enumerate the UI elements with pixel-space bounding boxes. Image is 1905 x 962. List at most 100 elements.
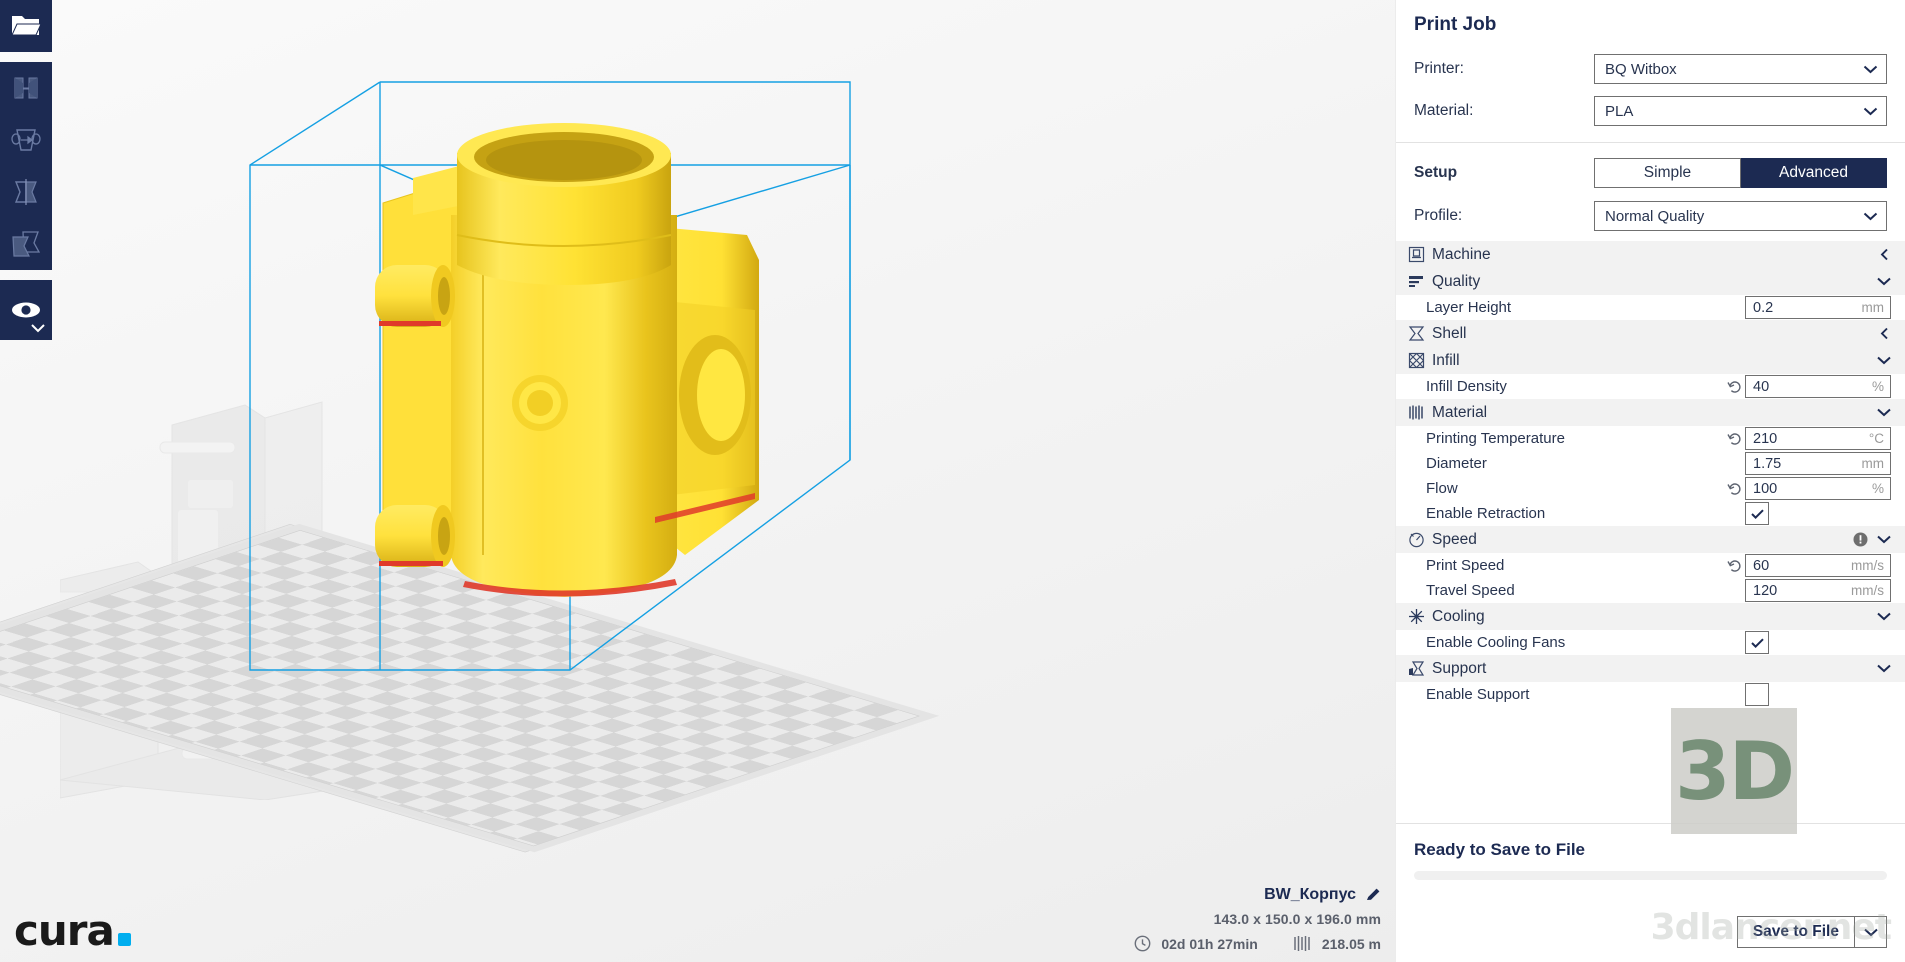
- category-controls[interactable]: [1877, 408, 1891, 417]
- status-text: Ready to Save to File: [1414, 840, 1585, 859]
- setting-label: Print Speed: [1426, 557, 1505, 574]
- open-file-button[interactable]: [0, 0, 52, 52]
- revert-to-default[interactable]: [1723, 380, 1745, 394]
- revert-icon[interactable]: [1726, 482, 1742, 496]
- save-to-file-button[interactable]: Save to File: [1736, 916, 1855, 948]
- settings-category-machine[interactable]: Machine: [1396, 241, 1905, 268]
- check-icon: [1750, 508, 1764, 519]
- settings-category-infill[interactable]: Infill: [1396, 347, 1905, 374]
- setting-row-travel-speed[interactable]: Travel Speed 120 mm/s: [1396, 578, 1905, 603]
- pencil-icon[interactable]: [1365, 887, 1381, 903]
- settings-category-cooling[interactable]: Cooling: [1396, 603, 1905, 630]
- move-tool-button[interactable]: [0, 62, 52, 114]
- save-options-button[interactable]: [1855, 916, 1887, 948]
- setting-value-field[interactable]: 120 mm/s: [1745, 579, 1891, 602]
- save-button-group[interactable]: Save to File: [1414, 916, 1887, 948]
- category-controls[interactable]: [1853, 532, 1891, 547]
- setting-value-field[interactable]: 0.2 mm: [1745, 296, 1891, 319]
- category-label: Speed: [1432, 530, 1477, 548]
- setting-value-field[interactable]: 40%: [1745, 375, 1891, 398]
- revert-icon[interactable]: [1726, 432, 1742, 446]
- settings-category-speed[interactable]: Speed: [1396, 526, 1905, 553]
- setting-checkbox[interactable]: [1745, 631, 1769, 654]
- category-label: Cooling: [1432, 607, 1485, 625]
- toolbar-transform-group[interactable]: [0, 62, 52, 270]
- toolbar-gap-2: [0, 270, 52, 280]
- category-label: Infill: [1432, 351, 1460, 369]
- print-job-title: Print Job: [1414, 14, 1497, 35]
- category-controls[interactable]: [1878, 327, 1891, 340]
- settings-list[interactable]: Machine Quality Layer Height 0.2 mm Shell Infi…: [1396, 241, 1905, 823]
- setting-value: 40: [1753, 378, 1770, 395]
- setting-value: 0.2: [1753, 299, 1774, 316]
- setup-mode-tabs[interactable]: Simple Advanced: [1594, 158, 1887, 188]
- revert-icon[interactable]: [1726, 559, 1742, 573]
- scale-tool-button[interactable]: [0, 114, 52, 166]
- settings-category-material[interactable]: Material: [1396, 399, 1905, 426]
- category-controls[interactable]: [1878, 248, 1891, 261]
- toolbar-open-group[interactable]: [0, 0, 52, 52]
- 3d-viewport[interactable]: cura BW_Корпус 143.0 x 150.0 x 196.0 mm …: [0, 0, 1395, 962]
- setting-row-enable-cooling-fans[interactable]: Enable Cooling Fans: [1396, 630, 1905, 655]
- printer-value: BQ Witbox: [1605, 60, 1677, 78]
- setting-checkbox[interactable]: [1745, 683, 1769, 706]
- setting-unit: °C: [1868, 431, 1884, 446]
- setting-row-printing-temperature[interactable]: Printing Temperature 210 °C: [1396, 426, 1905, 451]
- material-icon: [1408, 404, 1432, 421]
- settings-category-quality[interactable]: Quality: [1396, 268, 1905, 295]
- setting-checkbox[interactable]: [1745, 502, 1769, 525]
- revert-to-default[interactable]: [1723, 559, 1745, 573]
- revert-to-default[interactable]: [1723, 432, 1745, 446]
- setting-row-infill-density[interactable]: Infill Density 40%: [1396, 374, 1905, 399]
- material-select[interactable]: PLA: [1594, 96, 1887, 126]
- view-mode-button[interactable]: [0, 280, 52, 340]
- tab-advanced[interactable]: Advanced: [1741, 158, 1887, 188]
- profile-select[interactable]: Normal Quality: [1594, 201, 1887, 231]
- category-controls[interactable]: [1877, 356, 1891, 365]
- material-length: 218.05 m: [1321, 935, 1381, 952]
- action-footer: Ready to Save to File Save to File: [1396, 823, 1905, 962]
- setting-label: Printing Temperature: [1426, 430, 1565, 447]
- warning-icon[interactable]: [1853, 532, 1868, 547]
- setting-value-field[interactable]: 210 °C: [1745, 427, 1891, 450]
- chevron-down-icon: [1863, 212, 1878, 220]
- model-name-row[interactable]: BW_Корпус: [1134, 886, 1381, 904]
- rotate-tool-button[interactable]: [0, 166, 52, 218]
- setting-value: 1.75: [1753, 455, 1782, 472]
- setting-row-enable-retraction[interactable]: Enable Retraction: [1396, 501, 1905, 526]
- setting-value-field[interactable]: 60 mm/s: [1745, 554, 1891, 577]
- settings-category-shell[interactable]: Shell: [1396, 320, 1905, 347]
- revert-icon[interactable]: [1726, 380, 1742, 394]
- category-controls[interactable]: [1877, 277, 1891, 286]
- setting-value-field[interactable]: 100%: [1745, 477, 1891, 500]
- mirror-tool-button[interactable]: [0, 218, 52, 270]
- machine-icon: [1408, 246, 1432, 263]
- setting-unit: mm/s: [1851, 558, 1884, 573]
- setting-label: Enable Cooling Fans: [1426, 634, 1566, 651]
- setting-row-print-speed[interactable]: Print Speed 60 mm/s: [1396, 553, 1905, 578]
- category-controls[interactable]: [1877, 664, 1891, 673]
- setting-row-flow[interactable]: Flow 100%: [1396, 476, 1905, 501]
- revert-to-default[interactable]: [1723, 482, 1745, 496]
- 3d-model[interactable]: [355, 85, 775, 605]
- setting-row-enable-support[interactable]: Enable Support: [1396, 682, 1905, 707]
- setting-row-layer-height[interactable]: Layer Height 0.2 mm: [1396, 295, 1905, 320]
- support-icon: [1408, 660, 1432, 677]
- toolbar-gap: [0, 52, 52, 62]
- profile-label: Profile:: [1414, 207, 1463, 224]
- setting-value: 100: [1753, 480, 1778, 497]
- setting-label: Enable Support: [1426, 686, 1530, 703]
- category-controls[interactable]: [1877, 612, 1891, 621]
- checkbox-holder: [1745, 683, 1891, 706]
- setting-value-field[interactable]: 1.75 mm: [1745, 452, 1891, 475]
- tab-simple[interactable]: Simple: [1594, 158, 1741, 188]
- settings-category-support[interactable]: Support: [1396, 655, 1905, 682]
- rotate-tool-icon: [14, 179, 37, 205]
- left-toolbar[interactable]: [0, 0, 52, 340]
- setting-row-diameter[interactable]: Diameter 1.75 mm: [1396, 451, 1905, 476]
- printer-select[interactable]: BQ Witbox: [1594, 54, 1887, 84]
- setting-value: 60: [1753, 557, 1770, 574]
- setting-label: Diameter: [1426, 455, 1487, 472]
- save-progress-bar: [1414, 871, 1887, 880]
- chevron-down-icon: [1863, 65, 1878, 73]
